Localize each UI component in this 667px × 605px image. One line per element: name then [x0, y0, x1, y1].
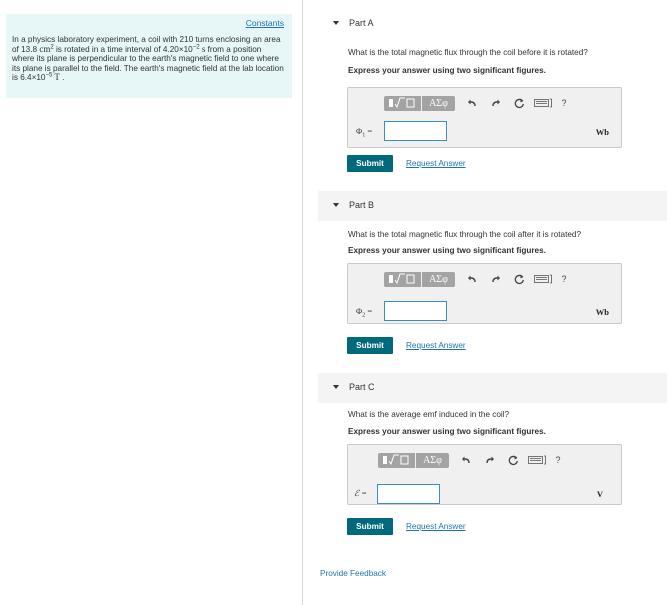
part-b-submit-button[interactable]: Submit: [347, 337, 393, 354]
keyboard-icon[interactable]: [534, 95, 554, 111]
collapse-caret-icon[interactable]: [333, 385, 339, 389]
part-a-unit: Wb: [595, 127, 609, 137]
part-a-header[interactable]: Part A: [318, 9, 667, 39]
part-a-answer-box: ΑΣφ ? Φ1 = Wb: [347, 87, 622, 148]
equals-sign: =: [365, 306, 373, 316]
sqrt-template-icon[interactable]: [384, 95, 421, 111]
part-c-header[interactable]: Part C: [318, 373, 667, 403]
part-c-unit: V: [596, 489, 603, 499]
part-a-math-toolbar: ΑΣφ ?: [384, 95, 572, 111]
part-b-title[interactable]: Part B: [349, 200, 374, 210]
part-b-question: What is the total magnetic flux through …: [348, 230, 582, 239]
part-c-question: What is the average emf induced in the c…: [348, 410, 510, 419]
part-b-request-answer-link[interactable]: Request Answer: [406, 341, 466, 350]
part-b-header[interactable]: Part B: [318, 191, 667, 221]
equals-sign: =: [359, 488, 368, 498]
part-b-answer-input[interactable]: [384, 301, 447, 321]
keyboard-icon[interactable]: [534, 271, 554, 287]
part-c-title[interactable]: Part C: [349, 382, 375, 392]
column-divider: [302, 0, 303, 605]
help-icon[interactable]: ?: [556, 271, 572, 287]
part-b-unit: Wb: [595, 307, 609, 317]
collapse-caret-icon[interactable]: [333, 203, 339, 207]
equals-sign: =: [365, 126, 373, 136]
problem-panel: Constants In a physics laboratory experi…: [6, 14, 292, 98]
symbols-button[interactable]: ΑΣφ: [416, 452, 449, 468]
reset-icon[interactable]: [511, 95, 527, 111]
reset-icon[interactable]: [511, 271, 527, 287]
part-c-instruction: Express your answer using two significan…: [348, 427, 546, 436]
help-icon[interactable]: ?: [556, 95, 572, 111]
provide-feedback-link[interactable]: Provide Feedback: [320, 569, 386, 578]
redo-icon[interactable]: [488, 271, 504, 287]
collapse-caret-icon[interactable]: [333, 21, 339, 25]
symbols-button[interactable]: ΑΣφ: [422, 271, 455, 287]
part-a-instruction: Express your answer using two significan…: [348, 66, 546, 75]
reset-icon[interactable]: [505, 452, 521, 468]
problem-statement: In a physics laboratory experiment, a co…: [12, 35, 284, 83]
part-a-submit-button[interactable]: Submit: [347, 155, 393, 172]
part-c-submit-button[interactable]: Submit: [347, 518, 393, 535]
part-a-title[interactable]: Part A: [349, 18, 374, 28]
keyboard-icon[interactable]: [528, 452, 548, 468]
part-b-variable: Φ2 =: [356, 306, 372, 319]
part-b-answer-box: ΑΣφ ? Φ2 = Wb: [347, 263, 622, 324]
time-exponent: −2: [192, 43, 200, 50]
problem-text-end: .: [59, 73, 65, 83]
sqrt-template-icon[interactable]: [378, 452, 415, 468]
part-c-answer-box: ΑΣφ ? ℰ = V: [347, 444, 622, 505]
part-b-instruction: Express your answer using two significan…: [348, 246, 546, 255]
constants-link[interactable]: Constants: [246, 18, 284, 28]
part-c-variable: ℰ =: [354, 488, 367, 501]
part-b-math-toolbar: ΑΣφ ?: [384, 271, 572, 287]
area-unit: cm: [39, 43, 51, 54]
part-a-answer-input[interactable]: [384, 121, 447, 141]
part-a-question: What is the total magnetic flux through …: [348, 48, 588, 57]
field-unit: T: [52, 72, 60, 83]
help-icon[interactable]: ?: [550, 452, 566, 468]
redo-icon[interactable]: [482, 452, 498, 468]
part-c-math-toolbar: ΑΣφ ?: [378, 452, 566, 468]
problem-text-2: is rotated in a time interval of 4.20×10: [53, 44, 193, 54]
part-c-answer-input[interactable]: [377, 484, 440, 504]
part-c-request-answer-link[interactable]: Request Answer: [406, 522, 466, 531]
redo-icon[interactable]: [488, 95, 504, 111]
part-a-variable: Φ1 =: [356, 126, 372, 139]
undo-icon[interactable]: [464, 271, 480, 287]
undo-icon[interactable]: [464, 95, 480, 111]
symbols-button[interactable]: ΑΣφ: [422, 95, 455, 111]
sqrt-template-icon[interactable]: [384, 271, 421, 287]
part-a-request-answer-link[interactable]: Request Answer: [406, 159, 466, 168]
undo-icon[interactable]: [458, 452, 474, 468]
